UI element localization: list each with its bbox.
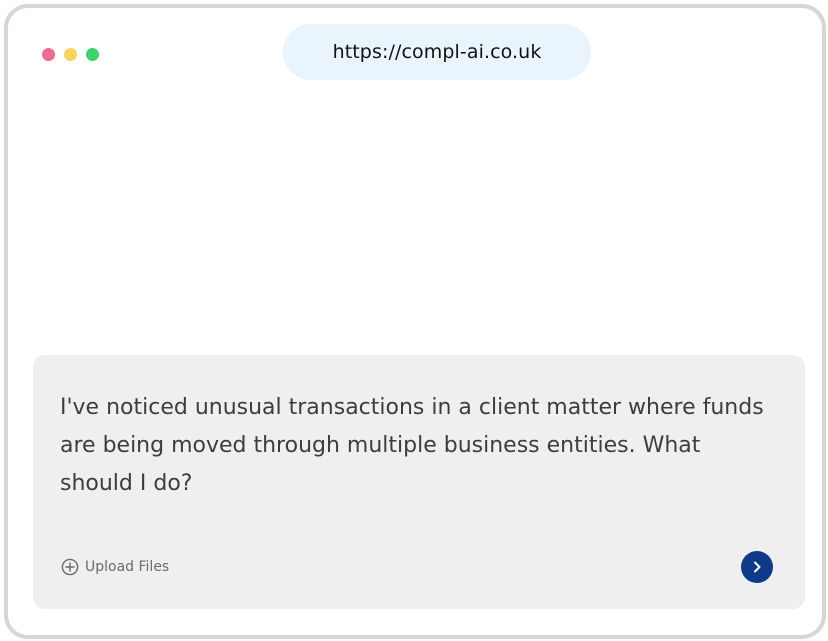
maximize-dot[interactable]: [86, 48, 99, 61]
chat-input-panel: I've noticed unusual transactions in a c…: [33, 355, 805, 609]
url-text: https://compl-ai.co.uk: [332, 41, 542, 63]
plus-circle-icon: [61, 558, 79, 576]
send-button[interactable]: [741, 551, 773, 583]
chevron-right-icon: [754, 561, 761, 573]
window-controls: [42, 48, 99, 61]
browser-window: https://compl-ai.co.uk I've noticed unus…: [4, 4, 826, 639]
minimize-dot[interactable]: [64, 48, 77, 61]
close-dot[interactable]: [42, 48, 55, 61]
address-bar[interactable]: https://compl-ai.co.uk: [283, 24, 591, 80]
upload-files-label: Upload Files: [85, 559, 170, 575]
chat-message[interactable]: I've noticed unusual transactions in a c…: [60, 389, 780, 503]
upload-files-button[interactable]: Upload Files: [61, 558, 169, 576]
